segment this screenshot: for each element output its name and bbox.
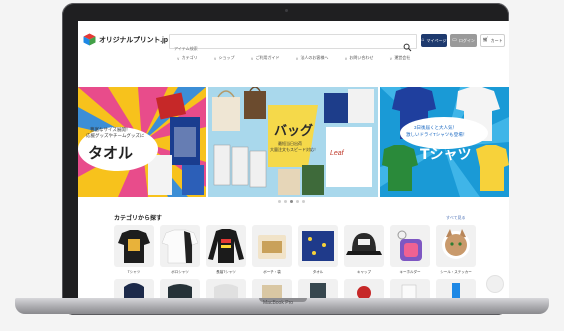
category-item-row2[interactable] [436,279,476,299]
jacket-icon [168,284,192,299]
chevron-down-icon: ∨ [176,55,180,61]
longsleeve-icon [208,229,244,263]
nav-item-guide[interactable]: ∨ ご利用ガイド [243,51,288,65]
category-item-row2[interactable] [252,279,292,299]
carousel-dot[interactable] [284,200,287,203]
banner-towel-caption2: 応援グッズやチームグッズに [86,132,145,139]
polo-white-icon [161,229,199,264]
chevron-down-icon: ∨ [250,55,254,61]
nav-item-shop[interactable]: ∨ ショップ [206,51,243,65]
chevron-down-icon: ∨ [295,55,299,61]
tshirt-black-icon [118,230,150,263]
keyholder-icon [397,230,422,261]
banner-bag-sub1: 最短当日出荷 [278,140,302,146]
pouch-icon [258,235,286,259]
carousel-dot[interactable] [296,200,299,203]
banner-towel[interactable]: 豊富なサイズ展開！ 応援グッズやチームグッズに タオル [78,87,206,197]
category-keyholder[interactable] [390,225,430,267]
category-more-link[interactable]: すべて見る [446,215,466,221]
banner-bag[interactable]: Leaf バッグ 最短当日出荷 大量注文もスピード対応！ [208,87,378,197]
login-label: ログイン [458,37,475,43]
carousel-dot[interactable] [278,200,281,203]
category-section-title: カテゴリから探す [114,216,163,222]
category-item-row2[interactable] [160,279,200,299]
category-item-row2[interactable] [344,279,384,299]
banner-towel-caption1: 豊富なサイズ展開！ [90,126,130,133]
logo-text: オリジナルプリント.jp [99,36,168,44]
main-nav: ∨ カテゴリ ∨ ショップ ∨ ご利用ガイド ∨ 法人のお客様へ ∨ お問い合わせ ∨ 運営… [78,51,509,65]
banner-tshirt-caption2: 激しいドライTシャツも登場！ [406,131,467,138]
banner-tshirt[interactable]: 3日後届くと大人気！ 激しいドライTシャツも登場！ Tシャツ [380,87,509,197]
category-item-row2[interactable] [206,279,246,299]
category-label: タオル [312,270,324,274]
category-item-row2[interactable] [298,279,338,299]
category-cap[interactable] [344,225,384,267]
home-icon: ⌂ [421,37,425,43]
carousel-dot[interactable] [302,200,305,203]
badge-icon [357,286,371,299]
cap-icon [346,233,382,255]
chevron-down-icon: ∨ [344,55,348,61]
bottle-icon [452,283,460,299]
nav-item-business[interactable]: ∨ 法人のお客様へ [288,51,337,65]
banner-towel-headline: タオル [88,144,133,162]
category-label: キャップ [357,270,371,274]
chevron-down-icon: ∨ [213,55,217,61]
svg-text:Leaf: Leaf [330,150,345,157]
category-longsleeve[interactable] [206,225,246,267]
category-polo[interactable] [160,225,200,267]
cart-label: カート [490,37,503,43]
category-towel[interactable] [298,225,338,267]
category-sticker[interactable] [436,225,476,267]
carousel-dot-active[interactable] [290,200,293,203]
login-button[interactable]: ▭ ログイン [450,34,477,47]
category-tshirt[interactable] [114,225,154,267]
category-label: キーホルダー [399,270,421,274]
cart-icon: 🛒︎ [482,37,489,43]
mug-icon [401,284,417,299]
category-label: Tシャツ [127,270,141,274]
cart-button[interactable]: 🛒︎ カート [480,34,505,47]
category-item-row2[interactable] [114,279,154,299]
category-item-row2[interactable] [390,279,430,299]
banner-tshirt-headline: Tシャツ [420,147,472,163]
logo-cube-icon [83,33,96,46]
nav-item-company[interactable]: ∨ 運営会社 [381,51,418,65]
category-label: 長袖Tシャツ [216,270,236,274]
search-icon[interactable] [403,37,412,52]
towel-icon [302,231,334,261]
chevron-down-icon: ∨ [389,55,393,61]
bag-icon [262,285,282,299]
banner-bag-headline: バッグ [274,123,313,139]
category-label: ポーチ・袋 [263,270,281,274]
model-label: MacBook Pro [263,300,294,306]
mypage-label: マイページ [426,37,447,43]
banner-tshirt-caption1: 3日後届くと大人気！ [414,124,457,131]
nav-item-category[interactable]: ∨ カテゴリ [169,51,206,65]
hoodie-icon [124,283,144,299]
carousel-dots [278,200,305,203]
shirt-icon [214,284,238,299]
category-label: ポロシャツ [171,270,189,274]
scroll-to-top-button[interactable] [486,275,504,293]
apron-icon [310,283,326,299]
camera-icon [285,9,288,12]
hero-carousel[interactable]: 豊富なサイズ展開！ 応援グッズやチームグッズに タオル Leaf バッグ 最短当… [78,87,509,197]
login-icon: ▭ [452,37,457,43]
sticker-icon [442,229,470,259]
site-logo[interactable]: オリジナルプリント.jp [83,33,168,46]
category-pouch[interactable] [252,225,292,267]
nav-item-contact[interactable]: ∨ お問い合わせ [336,51,381,65]
browser-screen: オリジナルプリント.jp ⌂ マイページ ▭ ログイン 🛒︎ カート ∨カテゴリ [78,21,509,299]
search-box [169,34,417,54]
banner-bag-sub2: 大量注文もスピード対応！ [270,146,318,152]
mypage-button[interactable]: ⌂ マイページ [421,34,447,47]
category-label: シール・ステッカー [440,270,472,274]
